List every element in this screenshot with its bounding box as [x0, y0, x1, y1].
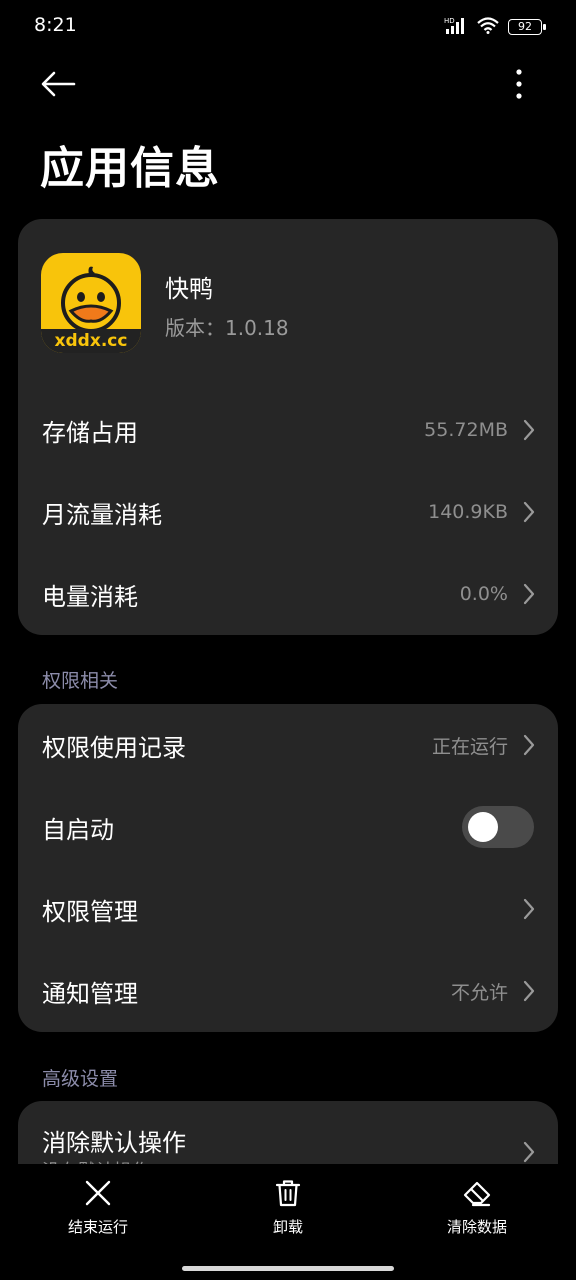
chevron-right-icon — [523, 734, 535, 756]
bottom-action-bar: 结束运行 卸载 清除数据 — [0, 1164, 576, 1280]
autostart-row: 自启动 — [18, 786, 558, 868]
action-label: 结束运行 — [67, 1218, 128, 1236]
battery-icon: 92 — [508, 19, 546, 35]
row-label: 消除默认操作 — [42, 1129, 186, 1157]
row-value: 不允许 — [450, 981, 508, 1004]
back-button[interactable] — [38, 64, 78, 104]
action-label: 清除数据 — [446, 1218, 507, 1236]
more-vertical-icon — [516, 69, 522, 99]
chevron-right-icon — [523, 501, 535, 523]
row-label: 权限管理 — [42, 897, 138, 926]
autostart-toggle[interactable] — [462, 806, 534, 848]
signal-icon: HD — [444, 16, 468, 38]
app-icon-text: xddx.cc — [41, 329, 141, 353]
status-bar: 8:21 HD 92 — [0, 0, 576, 54]
permission-usage-record-row[interactable]: 权限使用记录 正在运行 — [18, 704, 558, 786]
row-value: 140.9KB — [428, 501, 508, 523]
action-label: 卸载 — [272, 1218, 303, 1236]
advanced-section-header: 高级设置 — [42, 1068, 119, 1090]
row-label: 自启动 — [42, 815, 114, 844]
storage-usage-row[interactable]: 存储占用 55.72MB — [18, 389, 558, 471]
row-value: 0.0% — [459, 583, 508, 605]
toggle-knob — [468, 812, 498, 842]
permissions-section-header: 权限相关 — [42, 670, 119, 692]
wifi-icon — [476, 16, 500, 38]
battery-usage-row[interactable]: 电量消耗 0.0% — [18, 553, 558, 635]
app-version: 版本：1.0.18 — [165, 316, 289, 340]
advanced-card: 消除默认操作 没有默认操作 — [18, 1101, 558, 1165]
monthly-traffic-row[interactable]: 月流量消耗 140.9KB — [18, 471, 558, 553]
trash-icon — [275, 1180, 301, 1207]
permission-management-row[interactable]: 权限管理 — [18, 868, 558, 950]
permissions-card: 权限使用记录 正在运行 自启动 权限管理 通知管理 不允许 — [18, 704, 558, 1032]
row-value: 55.72MB — [424, 419, 508, 441]
status-time: 8:21 — [34, 14, 77, 36]
app-name: 快鸭 — [165, 275, 213, 303]
clear-defaults-row[interactable]: 消除默认操作 没有默认操作 — [18, 1101, 558, 1165]
chevron-right-icon — [523, 898, 535, 920]
row-value: 正在运行 — [431, 735, 508, 758]
force-stop-button[interactable]: 结束运行 — [28, 1178, 168, 1237]
row-label: 电量消耗 — [42, 582, 138, 611]
eraser-icon — [463, 1181, 491, 1207]
page-title: 应用信息 — [40, 143, 220, 194]
row-label: 月流量消耗 — [42, 500, 162, 529]
app-info-card: xddx.cc 快鸭 版本：1.0.18 存储占用 55.72MB 月流量消耗 … — [18, 219, 558, 635]
clear-data-button[interactable]: 清除数据 — [407, 1178, 547, 1237]
chevron-right-icon — [523, 980, 535, 1002]
notification-management-row[interactable]: 通知管理 不允许 — [18, 950, 558, 1032]
arrow-left-icon — [41, 71, 76, 97]
chevron-right-icon — [523, 583, 535, 605]
status-icons: HD 92 — [444, 16, 546, 38]
uninstall-button[interactable]: 卸载 — [218, 1178, 358, 1237]
network-type-label: HD — [444, 17, 455, 25]
more-options-button[interactable] — [504, 64, 534, 104]
row-label: 存储占用 — [42, 418, 138, 447]
app-header: xddx.cc 快鸭 版本：1.0.18 — [18, 219, 558, 369]
row-label: 权限使用记录 — [42, 733, 186, 762]
close-icon — [85, 1180, 111, 1206]
duck-icon — [61, 266, 121, 333]
home-indicator[interactable] — [182, 1266, 394, 1271]
row-label: 通知管理 — [42, 979, 138, 1008]
app-icon: xddx.cc — [41, 253, 141, 353]
chevron-right-icon — [523, 1141, 535, 1163]
chevron-right-icon — [523, 419, 535, 441]
